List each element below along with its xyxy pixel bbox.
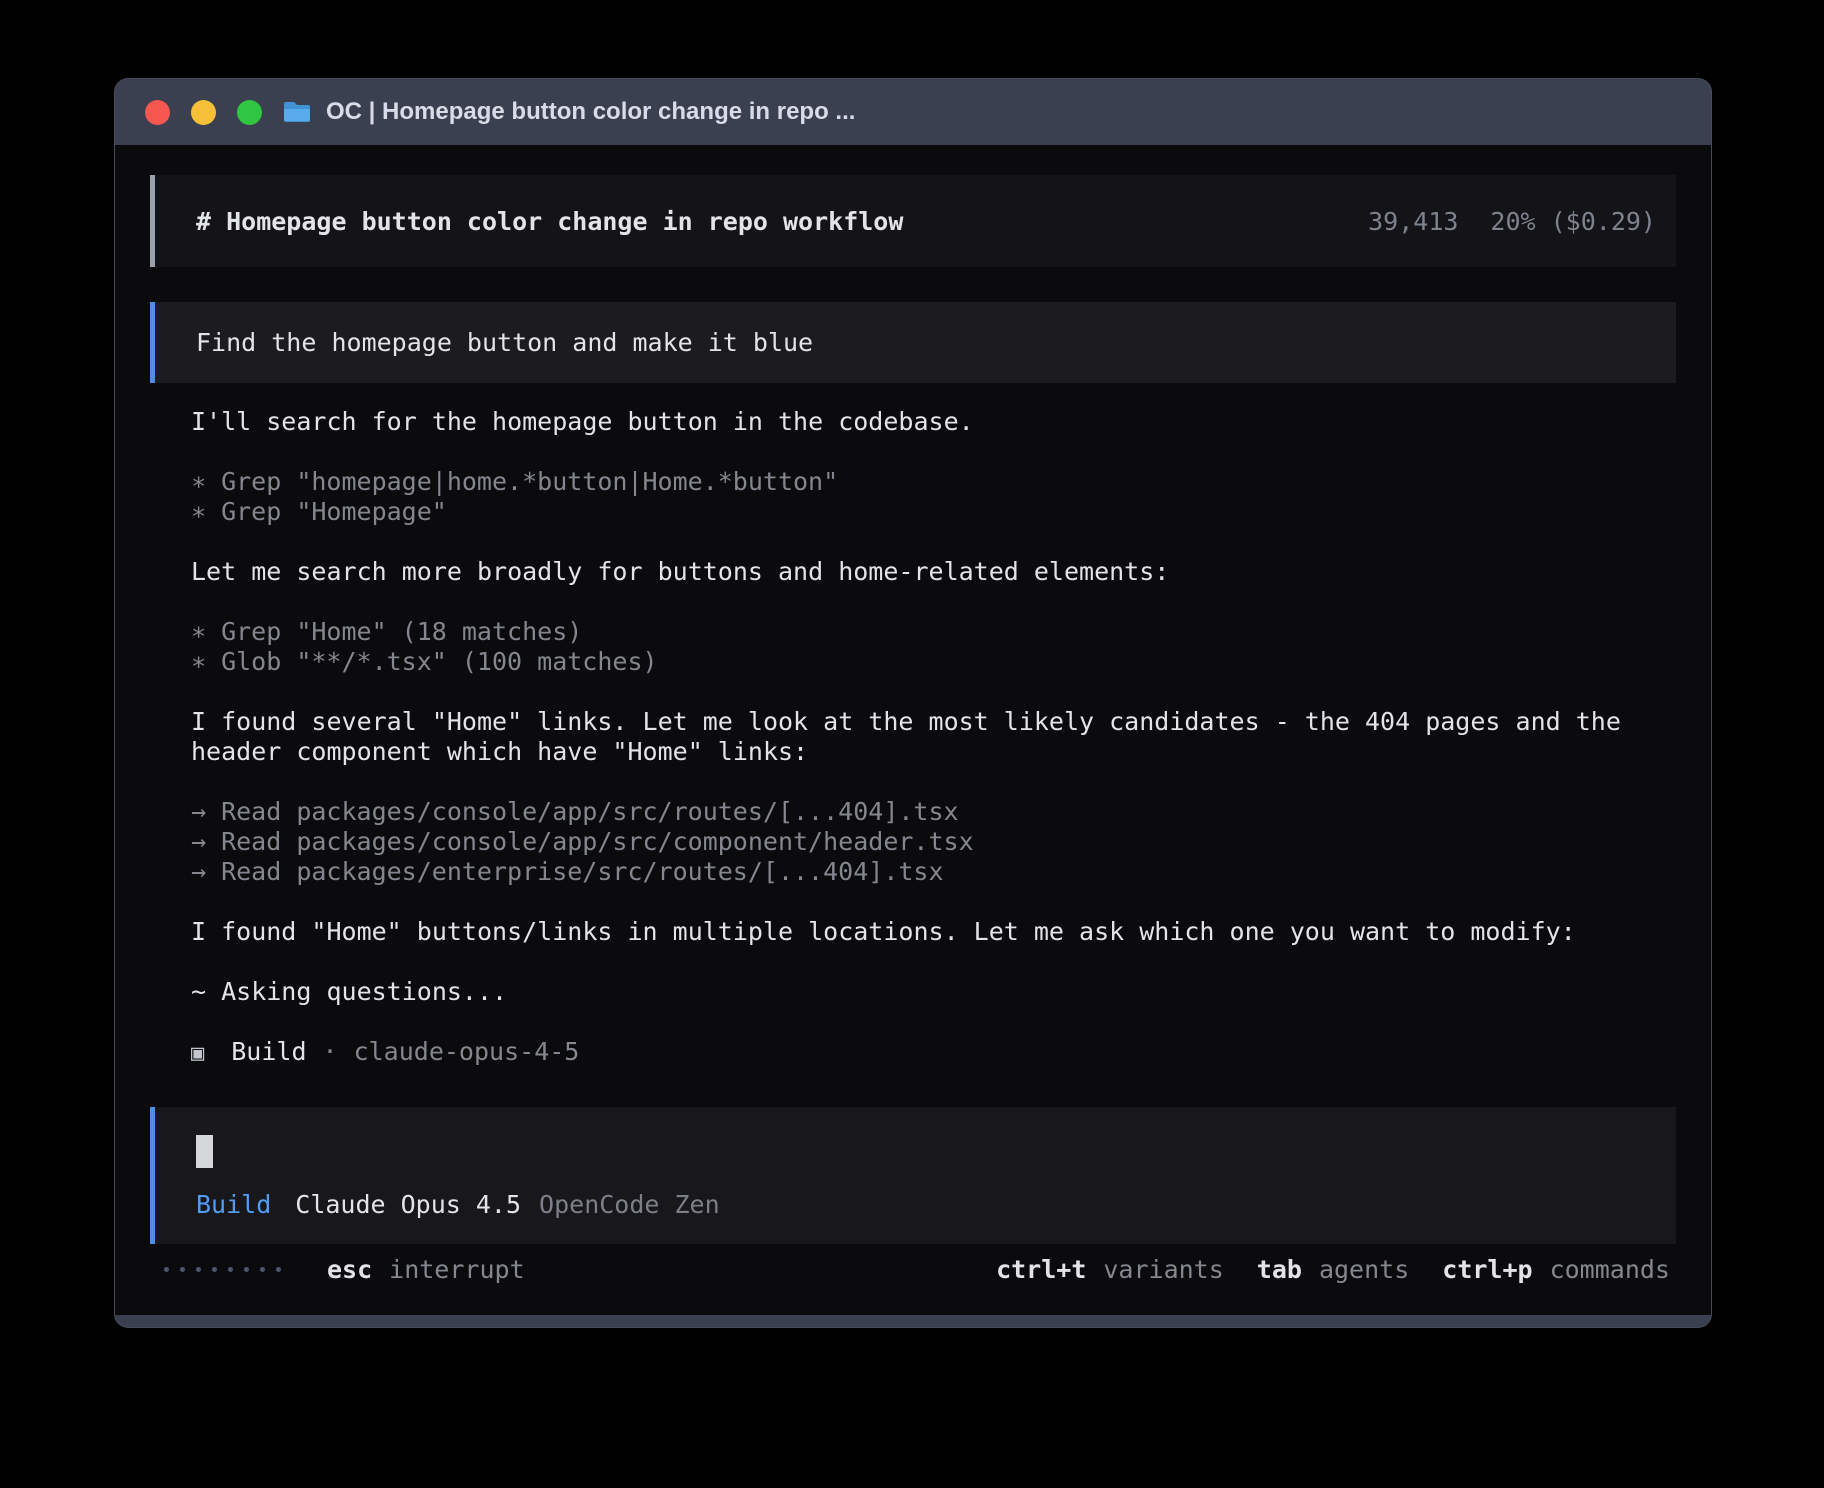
tool-call: → Read packages/console/app/src/component…: [191, 827, 1646, 857]
tool-call: ∗ Grep "Home" (18 matches): [191, 617, 1646, 647]
tool-call-group: ∗ Grep "Home" (18 matches) ∗ Glob "**/*.ts…: [191, 617, 1646, 677]
conversation: I'll search for the homepage button in t…: [150, 407, 1676, 1069]
shortcut-label: interrupt: [389, 1255, 524, 1284]
shortcut-label: commands: [1550, 1255, 1670, 1284]
tool-call: → Read packages/enterprise/src/routes/[..…: [191, 857, 1646, 887]
tool-call-text: Read packages/console/app/src/component/…: [221, 827, 974, 856]
session-header: # Homepage button color change in repo w…: [150, 175, 1676, 267]
terminal-content: # Homepage button color change in repo w…: [115, 145, 1711, 1315]
shortcut-label: agents: [1319, 1255, 1409, 1284]
status-line-group: ~ Asking questions...: [191, 977, 1646, 1007]
assistant-paragraph: I found several "Home" links. Let me loo…: [191, 707, 1646, 767]
maximize-button[interactable]: [237, 100, 262, 125]
statusbar-left: esc interrupt: [164, 1255, 525, 1284]
tool-call-text: Grep "Homepage": [221, 497, 447, 526]
asterisk-icon: ∗: [191, 497, 206, 526]
assistant-text: Let me search more broadly for buttons a…: [191, 557, 1646, 587]
assistant-paragraph: Let me search more broadly for buttons a…: [191, 557, 1646, 587]
arrow-right-icon: →: [191, 797, 206, 826]
tool-call: ∗ Glob "**/*.tsx" (100 matches): [191, 647, 1646, 677]
shortcut-agents[interactable]: tab agents: [1257, 1255, 1409, 1284]
minimize-button[interactable]: [191, 100, 216, 125]
arrow-right-icon: →: [191, 827, 206, 856]
provider-label: OpenCode Zen: [539, 1190, 720, 1220]
shortcut-key: esc: [327, 1255, 372, 1284]
tool-call-text: Read packages/console/app/src/routes/[..…: [221, 797, 959, 826]
user-message: Find the homepage button and make it blu…: [150, 302, 1676, 383]
terminal-window: OC | Homepage button color change in rep…: [114, 78, 1712, 1328]
agent-square-icon: ▣: [191, 1041, 204, 1066]
window-titlebar: OC | Homepage button color change in rep…: [115, 79, 1711, 145]
prompt-input[interactable]: Build Claude Opus 4.5 OpenCode Zen: [150, 1107, 1676, 1244]
window-title: OC | Homepage button color change in rep…: [326, 98, 855, 126]
assistant-text: I found "Home" buttons/links in multiple…: [191, 917, 1646, 947]
spinner-dots-icon: [164, 1267, 281, 1272]
context-usage: 20% ($0.29): [1490, 207, 1656, 236]
shortcut-key: tab: [1257, 1255, 1302, 1284]
tool-call-text: Glob "**/*.tsx" (100 matches): [221, 647, 658, 676]
session-stats: 39,413 20% ($0.29): [1368, 207, 1656, 236]
shortcut-key: ctrl+p: [1442, 1255, 1532, 1284]
asking-status: ~ Asking questions...: [191, 977, 1646, 1007]
close-button[interactable]: [145, 100, 170, 125]
titlebar-title-group: OC | Homepage button color change in rep…: [282, 98, 855, 126]
folder-icon: [282, 100, 312, 124]
assistant-paragraph: I'll search for the homepage button in t…: [191, 407, 1646, 437]
separator-dot: ·: [323, 1037, 338, 1066]
model-selector[interactable]: Claude Opus 4.5: [295, 1190, 521, 1220]
assistant-text: I found several "Home" links. Let me loo…: [191, 707, 1646, 767]
tool-call-group: → Read packages/console/app/src/routes/[.…: [191, 797, 1646, 887]
text-cursor: [196, 1135, 213, 1168]
tool-call-group: ∗ Grep "homepage|home.*button|Home.*butto…: [191, 467, 1646, 527]
agent-model: claude-opus-4-5: [354, 1037, 580, 1066]
statusbar: esc interrupt ctrl+t variants tab agents…: [150, 1252, 1676, 1286]
statusbar-right: ctrl+t variants tab agents ctrl+p comman…: [996, 1255, 1670, 1284]
shortcut-key: ctrl+t: [996, 1255, 1086, 1284]
tool-call: ∗ Grep "Homepage": [191, 497, 1646, 527]
asterisk-icon: ∗: [191, 617, 206, 646]
shortcut-variants[interactable]: ctrl+t variants: [996, 1255, 1224, 1284]
input-meta: Build Claude Opus 4.5 OpenCode Zen: [196, 1190, 1636, 1220]
arrow-right-icon: →: [191, 857, 206, 886]
user-message-text: Find the homepage button and make it blu…: [196, 328, 813, 357]
assistant-paragraph: I found "Home" buttons/links in multiple…: [191, 917, 1646, 947]
traffic-lights: [145, 100, 262, 125]
assistant-text: I'll search for the homepage button in t…: [191, 407, 1646, 437]
tool-call-text: Grep "homepage|home.*button|Home.*button…: [221, 467, 838, 496]
tool-call-text: Read packages/enterprise/src/routes/[...…: [221, 857, 943, 886]
agent-name: Build: [231, 1037, 306, 1066]
tool-call: → Read packages/console/app/src/routes/[.…: [191, 797, 1646, 827]
asterisk-icon: ∗: [191, 467, 206, 496]
tool-call: ∗ Grep "homepage|home.*button|Home.*butto…: [191, 467, 1646, 497]
shortcut-commands[interactable]: ctrl+p commands: [1442, 1255, 1670, 1284]
mode-selector[interactable]: Build: [196, 1190, 271, 1220]
shortcut-label: variants: [1103, 1255, 1223, 1284]
tool-call-text: Grep "Home" (18 matches): [221, 617, 582, 646]
token-count: 39,413: [1368, 207, 1458, 236]
agent-status: ▣ Build · claude-opus-4-5: [191, 1037, 1646, 1069]
shortcut-interrupt[interactable]: esc interrupt: [327, 1255, 525, 1284]
asterisk-icon: ∗: [191, 647, 206, 676]
session-title: # Homepage button color change in repo w…: [196, 207, 903, 236]
